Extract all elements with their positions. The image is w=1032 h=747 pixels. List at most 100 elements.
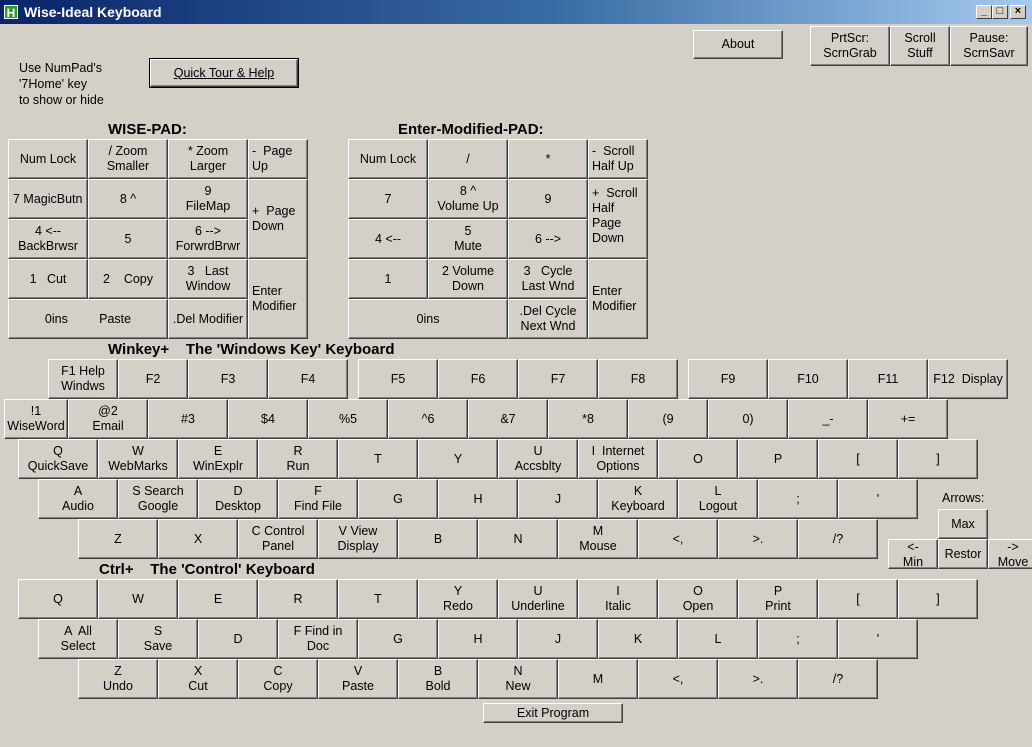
enter-2-key[interactable]: 2 Volume Down bbox=[428, 259, 508, 299]
winkey-num-key-6[interactable]: &7 bbox=[468, 399, 548, 439]
enter-plus-key[interactable]: + Scroll Half Page Down bbox=[588, 179, 648, 259]
ctrl-z-key-6[interactable]: M bbox=[558, 659, 638, 699]
wise-1-key[interactable]: 1 Cut bbox=[8, 259, 88, 299]
winkey-f-key-0[interactable]: F1 Help Windws bbox=[48, 359, 118, 399]
wise-multiply-key[interactable]: * Zoom Larger bbox=[168, 139, 248, 179]
winkey-z-key-6[interactable]: M Mouse bbox=[558, 519, 638, 559]
winkey-q-key-2[interactable]: E WinExplr bbox=[178, 439, 258, 479]
wise-0-key[interactable]: 0ins Paste bbox=[8, 299, 168, 339]
wise-minus-key[interactable]: - Page Up bbox=[248, 139, 308, 179]
enter-1-key[interactable]: 1 bbox=[348, 259, 428, 299]
winkey-a-key-1[interactable]: S Search Google bbox=[118, 479, 198, 519]
ctrl-a-key-3[interactable]: F Find in Doc bbox=[278, 619, 358, 659]
winkey-num-key-10[interactable]: _- bbox=[788, 399, 868, 439]
winkey-a-key-10[interactable]: ' bbox=[838, 479, 918, 519]
enter-4-key[interactable]: 4 <-- bbox=[348, 219, 428, 259]
ctrl-z-key-9[interactable]: /? bbox=[798, 659, 878, 699]
ctrl-a-key-9[interactable]: ; bbox=[758, 619, 838, 659]
scroll-button[interactable]: Scroll Stuff bbox=[890, 26, 950, 66]
arrow-min-key[interactable]: <- Min bbox=[888, 539, 938, 569]
ctrl-a-key-4[interactable]: G bbox=[358, 619, 438, 659]
minimize-button[interactable]: _ bbox=[976, 5, 992, 19]
ctrl-q-key-0[interactable]: Q bbox=[18, 579, 98, 619]
winkey-f-key-6[interactable]: F7 bbox=[518, 359, 598, 399]
winkey-z-key-9[interactable]: /? bbox=[798, 519, 878, 559]
ctrl-a-key-2[interactable]: D bbox=[198, 619, 278, 659]
ctrl-z-key-1[interactable]: X Cut bbox=[158, 659, 238, 699]
winkey-f-key-5[interactable]: F6 bbox=[438, 359, 518, 399]
winkey-num-key-8[interactable]: (9 bbox=[628, 399, 708, 439]
winkey-num-key-3[interactable]: $4 bbox=[228, 399, 308, 439]
winkey-a-key-6[interactable]: J bbox=[518, 479, 598, 519]
ctrl-a-key-0[interactable]: A All Select bbox=[38, 619, 118, 659]
winkey-a-key-2[interactable]: D Desktop bbox=[198, 479, 278, 519]
winkey-num-key-7[interactable]: *8 bbox=[548, 399, 628, 439]
ctrl-q-key-4[interactable]: T bbox=[338, 579, 418, 619]
winkey-q-key-9[interactable]: P bbox=[738, 439, 818, 479]
winkey-z-key-2[interactable]: C Control Panel bbox=[238, 519, 318, 559]
wise-divide-key[interactable]: / Zoom Smaller bbox=[88, 139, 168, 179]
prtscr-button[interactable]: PrtScr: ScrnGrab bbox=[810, 26, 890, 66]
ctrl-a-key-7[interactable]: K bbox=[598, 619, 678, 659]
winkey-f-key-11[interactable]: F12 Display bbox=[928, 359, 1008, 399]
ctrl-q-key-10[interactable]: [ bbox=[818, 579, 898, 619]
winkey-z-key-7[interactable]: <, bbox=[638, 519, 718, 559]
winkey-a-key-8[interactable]: L Logout bbox=[678, 479, 758, 519]
winkey-q-key-8[interactable]: O bbox=[658, 439, 738, 479]
winkey-a-key-7[interactable]: K Keyboard bbox=[598, 479, 678, 519]
winkey-f-key-2[interactable]: F3 bbox=[188, 359, 268, 399]
arrow-restor-key[interactable]: Restor bbox=[938, 539, 988, 569]
winkey-num-key-4[interactable]: %5 bbox=[308, 399, 388, 439]
wise-7-key[interactable]: 7 MagicButn bbox=[8, 179, 88, 219]
winkey-z-key-0[interactable]: Z bbox=[78, 519, 158, 559]
winkey-q-key-11[interactable]: ] bbox=[898, 439, 978, 479]
winkey-num-key-1[interactable]: @2 Email bbox=[68, 399, 148, 439]
ctrl-q-key-5[interactable]: Y Redo bbox=[418, 579, 498, 619]
enter-8-key[interactable]: 8 ^ Volume Up bbox=[428, 179, 508, 219]
wise-plus-key[interactable]: + Page Down bbox=[248, 179, 308, 259]
enter-3-key[interactable]: 3 Cycle Last Wnd bbox=[508, 259, 588, 299]
enter-5-key[interactable]: 5 Mute bbox=[428, 219, 508, 259]
enter-9-key[interactable]: 9 bbox=[508, 179, 588, 219]
winkey-num-key-9[interactable]: 0) bbox=[708, 399, 788, 439]
ctrl-a-key-8[interactable]: L bbox=[678, 619, 758, 659]
winkey-num-key-11[interactable]: += bbox=[868, 399, 948, 439]
winkey-a-key-9[interactable]: ; bbox=[758, 479, 838, 519]
winkey-q-key-0[interactable]: Q QuickSave bbox=[18, 439, 98, 479]
enter-enter-key[interactable]: Enter Modifier bbox=[588, 259, 648, 339]
winkey-a-key-3[interactable]: F Find File bbox=[278, 479, 358, 519]
winkey-q-key-10[interactable]: [ bbox=[818, 439, 898, 479]
winkey-q-key-1[interactable]: W WebMarks bbox=[98, 439, 178, 479]
winkey-f-key-8[interactable]: F9 bbox=[688, 359, 768, 399]
ctrl-z-key-5[interactable]: N New bbox=[478, 659, 558, 699]
ctrl-q-key-8[interactable]: O Open bbox=[658, 579, 738, 619]
ctrl-z-key-7[interactable]: <, bbox=[638, 659, 718, 699]
wise-3-key[interactable]: 3 Last Window bbox=[168, 259, 248, 299]
ctrl-z-key-8[interactable]: >. bbox=[718, 659, 798, 699]
wise-enter-key[interactable]: Enter Modifier bbox=[248, 259, 308, 339]
wise-del-key[interactable]: .Del Modifier bbox=[168, 299, 248, 339]
winkey-q-key-5[interactable]: Y bbox=[418, 439, 498, 479]
winkey-f-key-10[interactable]: F11 bbox=[848, 359, 928, 399]
winkey-q-key-3[interactable]: R Run bbox=[258, 439, 338, 479]
ctrl-q-key-11[interactable]: ] bbox=[898, 579, 978, 619]
ctrl-z-key-0[interactable]: Z Undo bbox=[78, 659, 158, 699]
ctrl-q-key-9[interactable]: P Print bbox=[738, 579, 818, 619]
ctrl-q-key-6[interactable]: U Underline bbox=[498, 579, 578, 619]
wise-2-key[interactable]: 2 Copy bbox=[88, 259, 168, 299]
ctrl-a-key-6[interactable]: J bbox=[518, 619, 598, 659]
winkey-q-key-6[interactable]: U Accsblty bbox=[498, 439, 578, 479]
winkey-f-key-4[interactable]: F5 bbox=[358, 359, 438, 399]
winkey-a-key-4[interactable]: G bbox=[358, 479, 438, 519]
wise-5-key[interactable]: 5 bbox=[88, 219, 168, 259]
close-button[interactable]: × bbox=[1010, 5, 1026, 19]
winkey-f-key-7[interactable]: F8 bbox=[598, 359, 678, 399]
wise-6-key[interactable]: 6 --> ForwrdBrwr bbox=[168, 219, 248, 259]
ctrl-z-key-2[interactable]: C Copy bbox=[238, 659, 318, 699]
winkey-num-key-2[interactable]: #3 bbox=[148, 399, 228, 439]
enter-multiply-key[interactable]: * bbox=[508, 139, 588, 179]
ctrl-q-key-2[interactable]: E bbox=[178, 579, 258, 619]
enter-6-key[interactable]: 6 --> bbox=[508, 219, 588, 259]
winkey-num-key-0[interactable]: !1 WiseWord bbox=[4, 399, 68, 439]
winkey-z-key-4[interactable]: B bbox=[398, 519, 478, 559]
